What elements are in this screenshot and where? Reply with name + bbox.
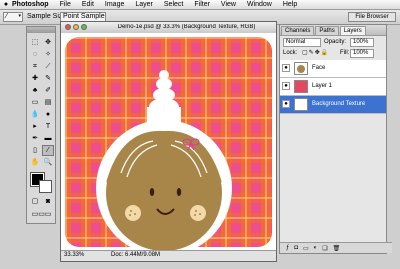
eye-icon[interactable]: ● [282, 100, 290, 108]
zoom-tool-icon[interactable]: 🔍 [42, 157, 54, 168]
menu-bar: ● Photoshop File Edit Image Layer Select… [0, 0, 400, 10]
palette-bottom-bar: ƒ ◘ ▭ ◐ ❑ 🗑 [280, 242, 392, 253]
menu-window[interactable]: Window [247, 1, 272, 8]
palette-tabs: Channels Paths Layers [280, 25, 386, 36]
standard-mode-icon[interactable]: ▢ [29, 196, 41, 207]
menu-view[interactable]: View [221, 1, 236, 8]
brush-tool-icon[interactable]: ✎ [42, 73, 54, 84]
blur-tool-icon[interactable]: 💧 [29, 109, 41, 120]
fill-label: Fill: [340, 50, 350, 56]
add-mask-icon[interactable]: ◘ [294, 245, 298, 251]
new-layer-icon[interactable]: ❑ [322, 245, 327, 252]
file-browser-button[interactable]: File Browser [348, 12, 396, 22]
trash-icon[interactable]: 🗑 [333, 245, 341, 252]
pen-tool-icon[interactable]: ✒ [29, 133, 41, 144]
shape-tool-icon[interactable]: ▬ [42, 133, 54, 144]
opacity-value: 100% [353, 39, 369, 45]
toolbox-titlebar[interactable] [27, 27, 55, 33]
history-brush-tool-icon[interactable]: ✐ [42, 85, 54, 96]
tab-layers[interactable]: Layers [339, 26, 366, 35]
layer-row-background-texture[interactable]: ● Background Texture [280, 96, 386, 114]
clone-stamp-tool-icon[interactable]: ♣ [29, 85, 41, 96]
layer-name: Background Texture [312, 101, 366, 107]
menu-layer[interactable]: Layer [135, 1, 153, 8]
lock-fill-row: Lock: ▢✎✥🔒 Fill: 100% [280, 48, 386, 59]
add-style-icon[interactable]: ƒ [286, 245, 289, 251]
lock-icons[interactable]: ▢✎✥🔒 [302, 49, 329, 56]
artwork [65, 37, 272, 256]
layer-row-layer-1[interactable]: ● Layer 1 [280, 78, 386, 96]
apple-menu-icon[interactable]: ● [0, 1, 12, 8]
chevron-down-icon: ▾ [18, 13, 21, 19]
layer-thumbnail [294, 80, 308, 93]
background-color-swatch[interactable] [39, 180, 52, 193]
menu-help[interactable]: Help [283, 1, 297, 8]
notes-tool-icon[interactable]: ▯ [29, 145, 41, 156]
left-eye-shape [149, 188, 155, 196]
blend-mode-select[interactable]: Normal [283, 38, 321, 47]
menu-image[interactable]: Image [105, 1, 124, 8]
opacity-label: Opacity: [324, 39, 347, 45]
left-cheek-shape [125, 205, 141, 221]
slice-tool-icon[interactable]: ⟋ [42, 61, 54, 72]
zoom-level[interactable]: 33.33% [64, 252, 84, 258]
healing-brush-tool-icon[interactable]: ✚ [29, 73, 41, 84]
close-button[interactable] [65, 24, 71, 30]
right-cheek-shape [190, 205, 206, 221]
blend-opacity-row: Normal Opacity: 100% [280, 37, 386, 48]
quick-mask-mode-icon[interactable]: ◙ [42, 196, 54, 207]
document-info[interactable]: Doc: 6.44M/9.08M [111, 252, 160, 258]
menu-select[interactable]: Select [164, 1, 183, 8]
hand-tool-icon[interactable]: ✋ [29, 157, 41, 168]
opacity-field[interactable]: 100% [350, 38, 374, 47]
blend-mode-value: Normal [286, 39, 306, 45]
sample-size-value: Point Sample [63, 13, 105, 20]
crop-tool-icon[interactable]: ⌗ [29, 61, 41, 72]
dodge-tool-icon[interactable]: ● [42, 109, 54, 120]
eye-icon[interactable]: ● [282, 64, 290, 72]
path-selection-tool-icon[interactable]: ▸ [29, 121, 41, 132]
tab-paths[interactable]: Paths [315, 26, 339, 35]
eyedropper-tool-icon[interactable]: ⁄ [42, 145, 54, 156]
fill-field[interactable]: 100% [350, 49, 374, 58]
toolbox: ⬚ ✥ ◌ ✧ ⌗ ⟋ ✚ ✎ ♣ ✐ ▭ ▤ 💧 ● ▸ T ✒ ▬ ▯ ⁄ … [26, 26, 56, 224]
layer-row-face[interactable]: ● Face [280, 60, 386, 78]
document-window: Demo-1e.psd @ 33.3% (Background Texture,… [60, 21, 277, 262]
layer-name: Face [312, 65, 326, 71]
menu-file[interactable]: File [60, 1, 71, 8]
right-eye-shape [176, 188, 182, 196]
gradient-tool-icon[interactable]: ▤ [42, 97, 54, 108]
lasso-tool-icon[interactable]: ◌ [29, 49, 41, 60]
fill-value: 100% [353, 50, 369, 56]
document-title: Demo-1e.psd @ 33.3% (Background Texture,… [117, 24, 256, 30]
eraser-tool-icon[interactable]: ▭ [29, 97, 41, 108]
zoom-button[interactable] [81, 24, 87, 30]
layer-thumbnail [294, 98, 308, 111]
document-status-bar: 33.33% Doc: 6.44M/9.08M [61, 250, 276, 261]
screen-mode-icons[interactable]: ▭▭▭ [29, 209, 54, 220]
eye-icon[interactable]: ● [282, 82, 290, 90]
document-canvas[interactable] [61, 33, 276, 256]
menu-edit[interactable]: Edit [82, 1, 94, 8]
lock-label: Lock: [283, 50, 298, 56]
menu-app-name[interactable]: Photoshop [12, 1, 49, 8]
tool-preset-picker[interactable]: ⁄ ▾ [3, 12, 23, 22]
new-set-icon[interactable]: ▭ [303, 245, 309, 252]
adjustment-layer-icon[interactable]: ◐ [314, 245, 318, 251]
layer-thumbnail [294, 62, 308, 75]
layers-palette: Channels Paths Layers Normal Opacity: 10… [279, 24, 392, 254]
eyedropper-icon: ⁄ [6, 13, 8, 20]
layer-name: Layer 1 [312, 83, 333, 89]
menu-filter[interactable]: Filter [194, 1, 210, 8]
tab-channels[interactable]: Channels [281, 26, 315, 35]
move-tool-icon[interactable]: ✥ [42, 37, 54, 48]
file-browser-label: File Browser [355, 14, 389, 20]
minimize-button[interactable] [73, 24, 79, 30]
magic-wand-tool-icon[interactable]: ✧ [42, 49, 54, 60]
marquee-tool-icon[interactable]: ⬚ [29, 37, 41, 48]
type-tool-icon[interactable]: T [42, 121, 54, 132]
